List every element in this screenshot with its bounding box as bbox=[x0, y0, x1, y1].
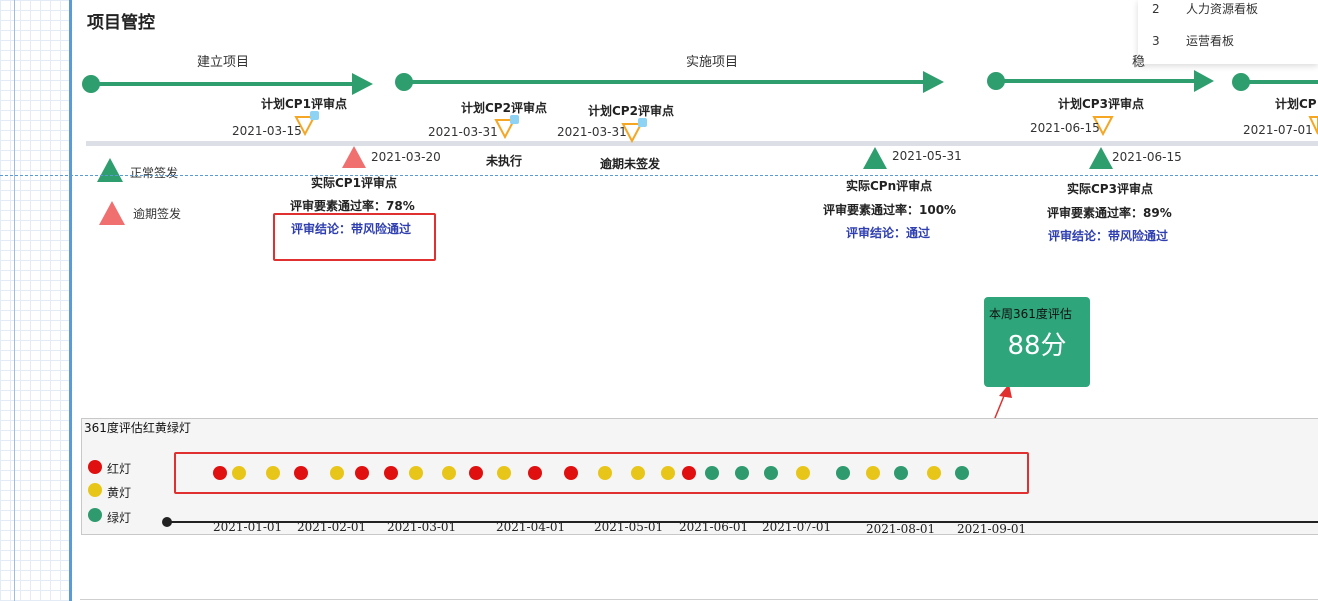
lamp-date-tick: 2021-03-01 bbox=[387, 520, 457, 534]
legend-normal-icon bbox=[97, 158, 123, 182]
actual-cp1-date: 2021-03-20 bbox=[371, 150, 441, 164]
plan-cp3-date: 2021-06-15 bbox=[1030, 121, 1100, 135]
lamp-date-tick: 2021-09-01 bbox=[957, 522, 1027, 536]
lamp-date-tick: 2021-07-01 bbox=[762, 520, 832, 534]
lamp-date-tick: 2021-01-01 bbox=[213, 520, 283, 534]
phase-arrow-implement bbox=[395, 71, 944, 93]
lamp-legend-yellow-label: 黄灯 bbox=[107, 486, 132, 500]
lamp-dot-green bbox=[894, 466, 908, 480]
actual-cp3-date: 2021-06-15 bbox=[1112, 150, 1182, 164]
actual-marker-cp3-normal bbox=[1089, 147, 1113, 169]
lamp-legend-yellow-dot bbox=[88, 483, 102, 497]
score-card-title: 本周361度评估 bbox=[989, 307, 1072, 321]
horizontal-guide-line bbox=[0, 175, 1318, 176]
lamp-dot-yellow bbox=[796, 466, 810, 480]
lamp-dot-green bbox=[955, 466, 969, 480]
actual-cp3-conclusion: 评审结论：带风险通过 bbox=[1048, 229, 1169, 243]
actual-cp1-label: 实际CP1评审点 bbox=[311, 176, 397, 190]
plan-cp4-date: 2021-07-01 bbox=[1243, 123, 1313, 137]
lamp-timeline-start-dot bbox=[162, 517, 172, 527]
lamp-dot-yellow bbox=[497, 466, 511, 480]
actual-marker-cp1-overdue bbox=[342, 146, 366, 168]
lamp-dot-green bbox=[764, 466, 778, 480]
lamp-dot-yellow bbox=[330, 466, 344, 480]
lamp-dot-red bbox=[355, 466, 369, 480]
lamp-dot-yellow bbox=[442, 466, 456, 480]
actual-marker-cpn-normal bbox=[863, 147, 887, 169]
actual-cpn-conclusion: 评审结论：通过 bbox=[846, 226, 931, 240]
legend-overdue-icon bbox=[99, 201, 125, 225]
lamp-dot-yellow bbox=[661, 466, 675, 480]
actual-cp3-label: 实际CP3评审点 bbox=[1067, 182, 1153, 196]
phase-arrow-fourth bbox=[1232, 73, 1318, 91]
lamp-date-tick: 2021-04-01 bbox=[496, 520, 566, 534]
legend-overdue-label: 逾期签发 bbox=[133, 207, 182, 221]
score-card-value: 88分 bbox=[1007, 331, 1067, 361]
lamp-dot-red bbox=[564, 466, 578, 480]
plan-cp3-label: 计划CP3评审点 bbox=[1058, 97, 1144, 111]
lamp-dot-red bbox=[528, 466, 542, 480]
lamp-dot-green bbox=[735, 466, 749, 480]
plan-cp2a-status: 未执行 bbox=[486, 154, 523, 168]
lamp-legend-green-label: 绿灯 bbox=[107, 511, 132, 525]
lamp-dot-red bbox=[213, 466, 227, 480]
plan-cp2b-date: 2021-03-31 bbox=[557, 125, 627, 139]
plan-cp4-label: 计划CP bbox=[1275, 97, 1317, 111]
score-card[interactable]: 本周361度评估 88分 bbox=[984, 297, 1090, 387]
plan-cp2a-label: 计划CP2评审点 bbox=[461, 101, 547, 115]
actual-cpn-label: 实际CPn评审点 bbox=[846, 179, 933, 193]
lamp-date-tick: 2021-06-01 bbox=[679, 520, 749, 534]
lamp-panel-title: 361度评估红黄绿灯 bbox=[84, 421, 191, 435]
plan-cp2a-date: 2021-03-31 bbox=[428, 125, 498, 139]
lamp-dot-yellow bbox=[927, 466, 941, 480]
lamp-date-tick: 2021-08-01 bbox=[866, 522, 936, 536]
legend-normal-label: 正常签发 bbox=[130, 166, 179, 180]
lamp-dot-yellow bbox=[598, 466, 612, 480]
lamp-dot-yellow bbox=[866, 466, 880, 480]
plan-cp1-label: 计划CP1评审点 bbox=[261, 97, 347, 111]
lamp-dot-green bbox=[705, 466, 719, 480]
actual-cpn-rate: 评审要素通过率：100% bbox=[823, 203, 957, 217]
highlight-box-cp1 bbox=[273, 213, 436, 261]
lamp-dot-red bbox=[682, 466, 696, 480]
phase-arrow-build bbox=[82, 73, 373, 95]
plan-marker-cp2a bbox=[494, 115, 519, 140]
lamp-dot-red bbox=[469, 466, 483, 480]
plan-cp2b-label: 计划CP2评审点 bbox=[588, 104, 674, 118]
plan-cp1-date: 2021-03-15 bbox=[232, 124, 302, 138]
lamp-dot-yellow bbox=[232, 466, 246, 480]
lamp-dot-yellow bbox=[631, 466, 645, 480]
lamp-dot-green bbox=[836, 466, 850, 480]
lamp-legend-red-label: 红灯 bbox=[107, 462, 132, 476]
lamp-dot-yellow bbox=[409, 466, 423, 480]
milestone-timeline-bar bbox=[86, 141, 1318, 146]
lamp-dot-yellow bbox=[266, 466, 280, 480]
actual-cp3-rate: 评审要素通过率：89% bbox=[1047, 206, 1172, 220]
lamp-legend-green-dot bbox=[88, 508, 102, 522]
actual-cpn-date: 2021-05-31 bbox=[892, 149, 962, 163]
lamp-dot-red bbox=[384, 466, 398, 480]
lamp-dot-red bbox=[294, 466, 308, 480]
plan-cp2b-status: 逾期未签发 bbox=[600, 157, 661, 171]
bottom-divider bbox=[80, 599, 1318, 600]
lamp-date-tick: 2021-02-01 bbox=[297, 520, 367, 534]
actual-cp1-rate: 评审要素通过率：78% bbox=[290, 199, 415, 213]
lamp-legend-red-dot bbox=[88, 460, 102, 474]
lamp-date-tick: 2021-05-01 bbox=[594, 520, 664, 534]
phase-arrow-third bbox=[987, 70, 1214, 92]
